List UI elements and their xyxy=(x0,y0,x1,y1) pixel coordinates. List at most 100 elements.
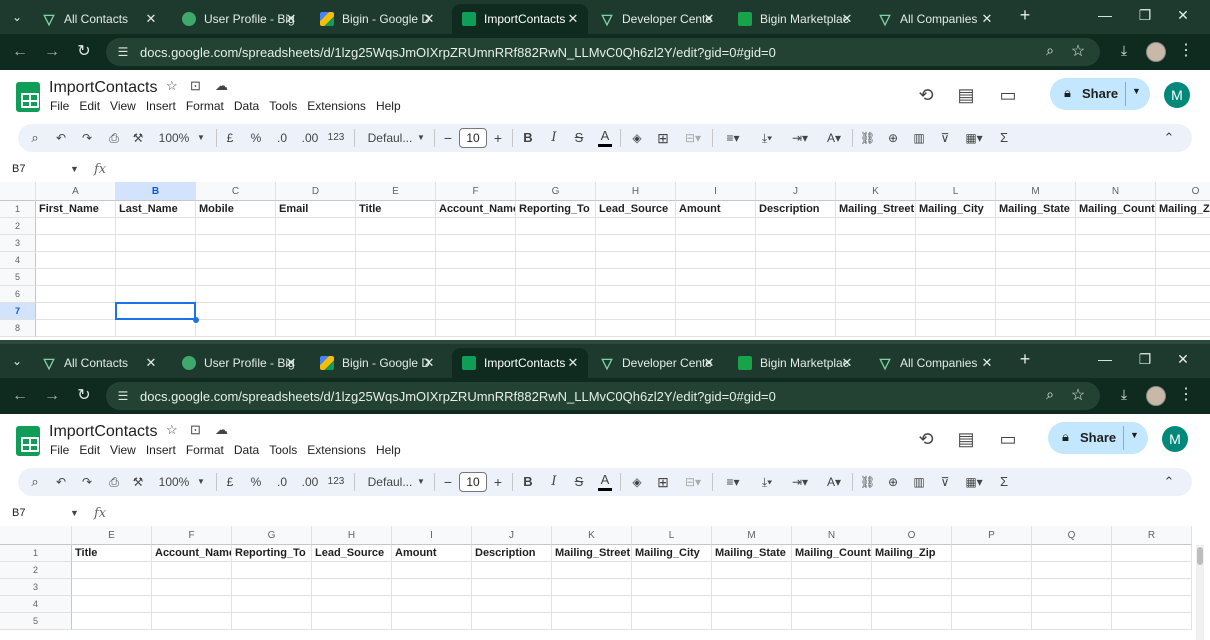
cell[interactable] xyxy=(916,303,996,320)
cell[interactable] xyxy=(756,218,836,235)
cell[interactable] xyxy=(996,269,1076,286)
filter-views-icon[interactable]: ▦▾ xyxy=(962,473,986,491)
cell[interactable] xyxy=(356,286,436,303)
account-avatar[interactable]: M xyxy=(1164,82,1190,108)
cell[interactable] xyxy=(596,269,676,286)
cell[interactable] xyxy=(836,235,916,252)
cell[interactable] xyxy=(756,252,836,269)
cell[interactable] xyxy=(1112,596,1192,613)
column-header[interactable]: M xyxy=(996,182,1076,201)
menu-insert[interactable]: Insert xyxy=(146,99,176,113)
cell[interactable] xyxy=(116,235,196,252)
merge-cells-icon[interactable]: ⊟▾ xyxy=(682,129,704,147)
cell[interactable] xyxy=(792,596,872,613)
cell[interactable] xyxy=(756,320,836,337)
cell[interactable] xyxy=(276,218,356,235)
reload-icon[interactable]: ↻ xyxy=(72,40,96,64)
row-header[interactable]: 2 xyxy=(0,562,72,579)
number-format-button[interactable]: 123 xyxy=(326,129,346,147)
cell[interactable] xyxy=(872,579,952,596)
functions-button[interactable]: Σ xyxy=(998,129,1010,147)
zoom-dropdown-icon[interactable]: ▼ xyxy=(196,473,206,491)
cell[interactable] xyxy=(756,235,836,252)
cell[interactable] xyxy=(152,596,232,613)
header-cell[interactable]: Account_Name xyxy=(436,201,516,218)
insert-link-icon[interactable]: ⛓ xyxy=(860,129,875,147)
cell[interactable] xyxy=(792,579,872,596)
header-cell[interactable]: Mailing_Street xyxy=(552,545,632,562)
cell[interactable] xyxy=(36,320,116,337)
header-cell[interactable]: Account_Name xyxy=(152,545,232,562)
header-cell[interactable] xyxy=(1112,545,1192,562)
column-header[interactable]: N xyxy=(792,526,872,545)
restore-icon[interactable]: ❐ xyxy=(1130,4,1160,26)
header-cell[interactable]: Mailing_Country xyxy=(1076,201,1156,218)
row-header[interactable]: 2 xyxy=(0,218,36,235)
document-title[interactable]: ImportContacts xyxy=(49,423,157,441)
cell[interactable] xyxy=(1156,235,1210,252)
cell[interactable] xyxy=(472,579,552,596)
site-info-icon[interactable]: ☰ xyxy=(114,387,132,405)
cell[interactable] xyxy=(436,303,516,320)
menu-file[interactable]: File xyxy=(50,443,69,457)
cell[interactable] xyxy=(872,562,952,579)
column-header[interactable]: G xyxy=(232,526,312,545)
tab-close-icon[interactable]: ✕ xyxy=(144,8,158,30)
spreadsheet-grid[interactable]: A B C D E F G H I J K L M N O 1 First_Name Last_Name Mobil… xyxy=(0,182,1210,340)
cell[interactable] xyxy=(996,320,1076,337)
cell[interactable] xyxy=(552,613,632,630)
header-cell[interactable]: Amount xyxy=(392,545,472,562)
header-cell[interactable]: Mailing_City xyxy=(632,545,712,562)
cell[interactable] xyxy=(116,320,196,337)
cell[interactable] xyxy=(916,218,996,235)
cell[interactable] xyxy=(276,252,356,269)
header-cell[interactable]: Mailing_City xyxy=(916,201,996,218)
cell[interactable] xyxy=(836,218,916,235)
cell[interactable] xyxy=(916,252,996,269)
cell[interactable] xyxy=(516,218,596,235)
cell[interactable] xyxy=(952,562,1032,579)
redo-icon[interactable]: ↷ xyxy=(80,129,94,147)
name-box[interactable]: B7 xyxy=(12,507,25,519)
share-button[interactable]: 🔒︎ Share ▼ xyxy=(1050,78,1150,110)
browser-tab[interactable]: ▽ Developer Cente ✕ xyxy=(590,348,724,378)
cell[interactable] xyxy=(596,235,676,252)
comments-icon[interactable]: ▤ xyxy=(954,428,978,450)
print-icon[interactable]: ⎙ xyxy=(106,473,122,491)
restore-icon[interactable]: ❐ xyxy=(1130,348,1160,370)
borders-icon[interactable]: ⊞ xyxy=(656,129,670,147)
cell[interactable] xyxy=(596,286,676,303)
cell[interactable] xyxy=(632,613,712,630)
text-rotation-icon[interactable]: A▾ xyxy=(822,473,846,491)
column-header[interactable]: J xyxy=(472,526,552,545)
corner-cell[interactable] xyxy=(0,526,72,545)
address-bar[interactable]: ☰ docs.google.com/spreadsheets/d/1lzg25W… xyxy=(106,382,1100,410)
browser-menu-icon[interactable]: ⋮ xyxy=(1178,384,1194,408)
increase-decimal-button[interactable]: .00 xyxy=(300,473,320,491)
share-dropdown-icon[interactable]: ▼ xyxy=(1130,430,1139,440)
reload-icon[interactable]: ↻ xyxy=(72,384,96,408)
cell[interactable] xyxy=(436,252,516,269)
row-header[interactable]: 8 xyxy=(0,320,36,337)
tab-close-icon[interactable]: ✕ xyxy=(702,8,716,30)
header-cell[interactable]: Description xyxy=(472,545,552,562)
insert-link-icon[interactable]: ⛓ xyxy=(860,473,875,491)
cell[interactable] xyxy=(36,286,116,303)
horizontal-align-icon[interactable]: ≡▾ xyxy=(722,473,744,491)
cell[interactable] xyxy=(836,252,916,269)
cell[interactable] xyxy=(152,613,232,630)
browser-tab[interactable]: Bigin - Google D ✕ xyxy=(310,348,444,378)
browser-tab[interactable]: Bigin Marketplac ✕ xyxy=(728,348,862,378)
name-box[interactable]: B7 xyxy=(12,163,25,175)
italic-button[interactable]: I xyxy=(548,129,560,147)
print-icon[interactable]: ⎙ xyxy=(106,129,122,147)
header-cell[interactable]: Last_Name xyxy=(116,201,196,218)
share-button[interactable]: 🔒︎ Share ▼ xyxy=(1048,422,1148,454)
menu-help[interactable]: Help xyxy=(376,99,401,113)
header-cell[interactable]: Reporting_To xyxy=(232,545,312,562)
cell[interactable] xyxy=(712,562,792,579)
header-cell[interactable]: Mailing_State xyxy=(712,545,792,562)
account-avatar[interactable]: M xyxy=(1162,426,1188,452)
browser-tab[interactable]: Bigin - Google D ✕ xyxy=(310,4,444,34)
cell[interactable] xyxy=(916,269,996,286)
